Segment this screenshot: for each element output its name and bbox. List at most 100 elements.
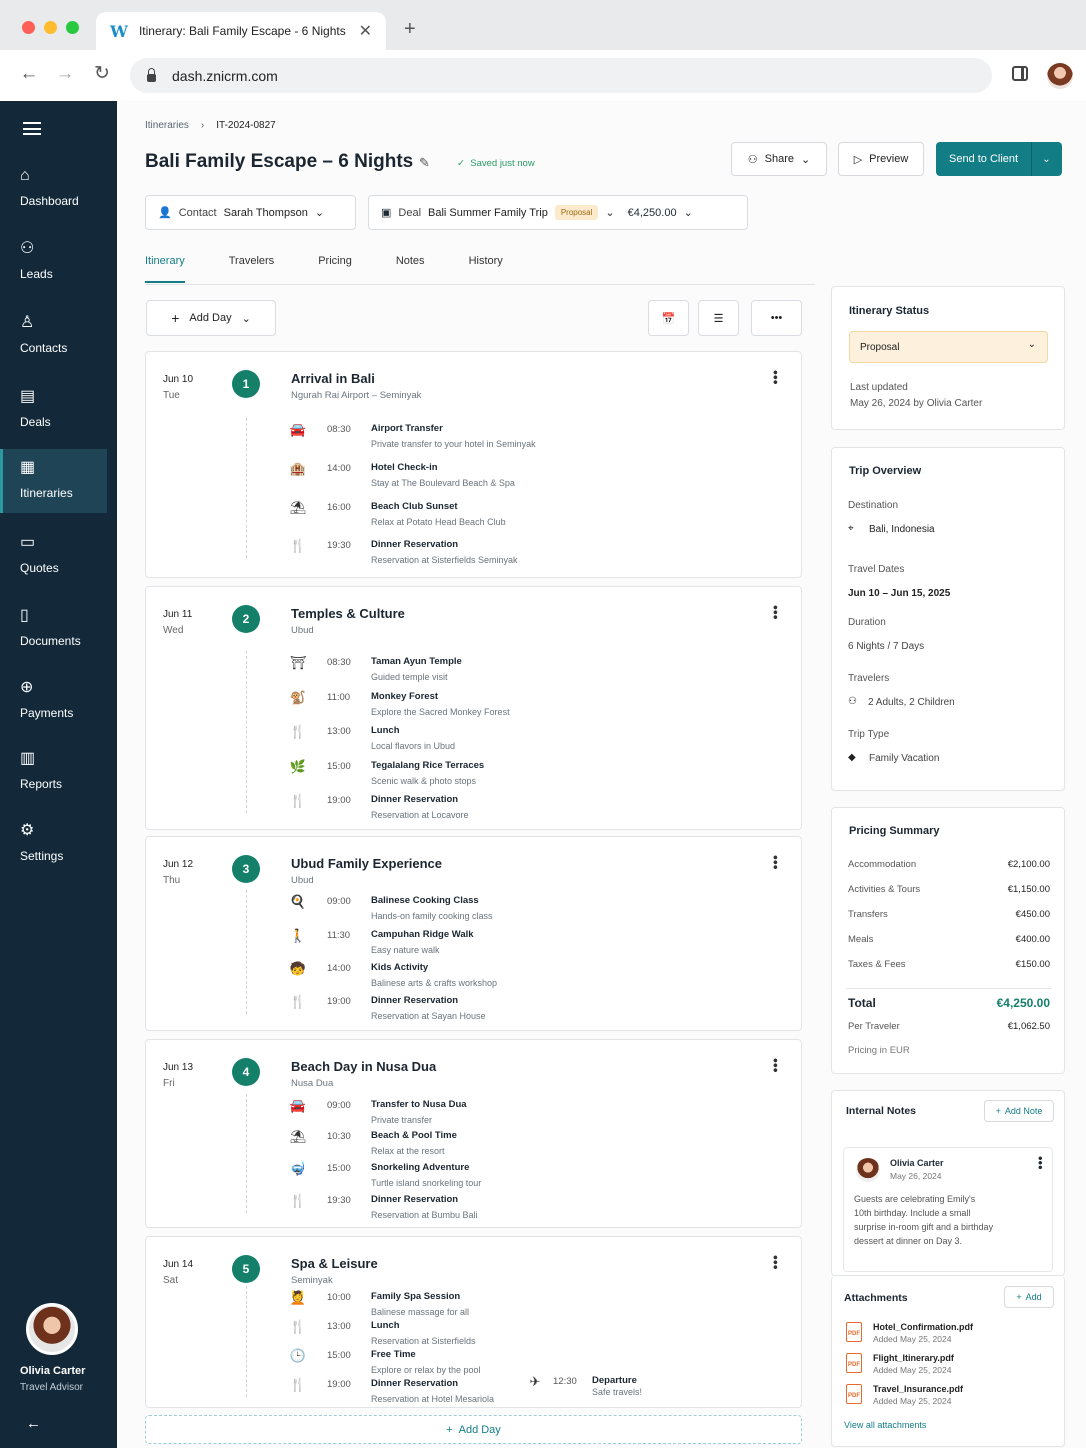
more-icon[interactable]: ••• <box>768 1255 784 1270</box>
minimize-window-button[interactable] <box>44 21 57 34</box>
add-day-bottom-button[interactable]: + Add Day <box>145 1415 802 1444</box>
collapse-sidebar-icon[interactable]: ← <box>26 1415 41 1432</box>
sidebar-item-contacts[interactable]: ♙ Contacts <box>0 304 107 368</box>
status-select[interactable]: Proposal ⌄ <box>849 331 1048 363</box>
activity-item[interactable]: 🧒 14:00 Kids Activity Balinese arts & craft… <box>146 961 746 991</box>
sidebar-item-settings[interactable]: ⚙ Settings <box>0 812 107 876</box>
view-all-attachments-link[interactable]: View all attachments <box>844 1420 926 1430</box>
tab-travelers[interactable]: Travelers <box>229 255 274 283</box>
list-view-button[interactable]: ☰ <box>698 300 739 336</box>
activity-time: 09:00 <box>327 896 351 907</box>
close-window-button[interactable] <box>22 21 35 34</box>
send-options-chevron-icon[interactable]: ⌄ <box>1031 142 1061 176</box>
browser-tab[interactable]: W Itinerary: Bali Family Escape - 6 Nigh… <box>96 12 386 50</box>
close-tab-icon[interactable]: ✕ <box>359 21 372 41</box>
price-value: €1,150.00 <box>1007 884 1050 895</box>
activity-item[interactable]: 💆 10:00 Family Spa Session Balinese massage… <box>146 1290 746 1320</box>
reload-icon[interactable]: ↻ <box>90 62 114 86</box>
day-weekday: Fri <box>163 1078 175 1089</box>
sidebar-item-deals[interactable]: ▤ Deals <box>0 378 107 442</box>
price-label: Transfers <box>848 909 888 920</box>
pdf-icon: PDF <box>846 1322 862 1342</box>
activity-item[interactable]: 🏨 14:00 Hotel Check-in Stay at The Boulevar… <box>146 461 746 491</box>
activity-time: 09:00 <box>327 1100 351 1111</box>
contact-selector[interactable]: 👤 Contact Sarah Thompson ⌄ <box>145 195 356 230</box>
activity-item[interactable]: ⛱ 10:30 Beach & Pool Time Relax at the reso… <box>146 1129 746 1159</box>
edit-title-icon[interactable]: ✎ <box>419 155 430 171</box>
activity-item[interactable]: ⛩ 08:30 Taman Ayun Temple Guided temple vis… <box>146 655 746 685</box>
add-note-label: Add Note <box>1004 1106 1043 1116</box>
more-icon[interactable]: ••• <box>768 370 784 385</box>
activity-item[interactable]: 🤿 15:00 Snorkeling Adventure Turtle island … <box>146 1161 746 1191</box>
activity-item[interactable]: 🍴 19:30 Dinner Reservation Reservation at B… <box>146 1193 746 1223</box>
price-value: €400.00 <box>1015 934 1050 945</box>
more-icon[interactable]: ••• <box>768 1058 784 1073</box>
sidebar-item-leads[interactable]: ⚇ Leads <box>0 230 107 294</box>
more-icon[interactable]: ••• <box>768 605 784 620</box>
sidebar-item-dashboard[interactable]: ⌂ Dashboard <box>0 157 107 221</box>
tab-pricing[interactable]: Pricing <box>318 255 352 283</box>
day-number-badge: 5 <box>232 1255 260 1283</box>
tab-notes[interactable]: Notes <box>396 255 425 283</box>
activity-item[interactable]: 🍴 19:00 Dinner Reservation Reservation at L… <box>146 793 746 823</box>
attachment-item[interactable]: PDF Travel_Insurance.pdf Added May 25, 202… <box>846 1384 1046 1410</box>
url-text: dash.znicrm.com <box>172 67 278 84</box>
attachment-item[interactable]: PDF Hotel_Confirmation.pdf Added May 25, 2… <box>846 1322 1046 1348</box>
add-attachment-button[interactable]: + Add <box>1004 1286 1054 1308</box>
activity-time: 08:30 <box>327 424 351 435</box>
activity-item[interactable]: 🍴 13:00 Lunch Reservation at Sisterfields <box>146 1319 746 1349</box>
activity-time: 14:00 <box>327 463 351 474</box>
sidebar-item-label: Quotes <box>20 561 59 575</box>
sidebar-item-reports[interactable]: ▥ Reports <box>0 740 107 804</box>
preview-button[interactable]: ▷ Preview <box>838 142 924 176</box>
add-note-button[interactable]: + Add Note <box>984 1100 1054 1122</box>
activity-item[interactable]: ⛱ 16:00 Beach Club Sunset Relax at Potato H… <box>146 500 746 530</box>
side-panel-icon[interactable] <box>1012 66 1028 81</box>
activity-item[interactable]: 🚘 08:30 Airport Transfer Private transfer t… <box>146 422 746 452</box>
tab-history[interactable]: History <box>469 255 503 283</box>
activity-item[interactable]: 🍴 13:00 Lunch Local flavors in Ubud <box>146 724 746 754</box>
sidebar-item-payments[interactable]: ⊕ Payments <box>0 669 107 733</box>
activity-item[interactable]: 🍳 09:00 Balinese Cooking Class Hands-on fam… <box>146 894 746 924</box>
maximize-window-button[interactable] <box>66 21 79 34</box>
forward-icon[interactable]: → <box>53 62 77 86</box>
plus-icon: + <box>171 310 180 326</box>
activity-item[interactable]: 🌿 15:00 Tegalalang Rice Terraces Scenic wal… <box>146 759 746 789</box>
more-options-button[interactable]: ••• <box>751 300 802 336</box>
tab-bar: Itinerary Travelers Pricing Notes History <box>145 255 547 283</box>
activity-item[interactable]: 🍴 19:30 Dinner Reservation Reservation at S… <box>146 538 746 568</box>
day-title: Ubud Family Experience <box>291 856 442 871</box>
menu-icon[interactable] <box>23 122 41 135</box>
dates-label: Travel Dates <box>848 564 905 575</box>
sidebar-item-itineraries[interactable]: ▦ Itineraries <box>0 449 107 513</box>
attachment-item[interactable]: PDF Flight_Itinerary.pdf Added May 25, 202… <box>846 1353 1046 1379</box>
more-icon[interactable]: ••• <box>768 855 784 870</box>
activity-time: 14:00 <box>327 963 351 974</box>
tab-itinerary[interactable]: Itinerary <box>145 255 185 283</box>
family-spa-session-icon: 💆 <box>289 1290 307 1305</box>
pdf-icon: PDF <box>846 1384 862 1404</box>
browser-profile-avatar[interactable] <box>1047 63 1073 89</box>
lunch-icon: 🍴 <box>289 1319 307 1334</box>
calendar-view-button[interactable]: 📅 <box>648 300 689 336</box>
activity-item[interactable]: 🐒 11:00 Monkey Forest Explore the Sacred Mo… <box>146 690 746 720</box>
address-bar[interactable]: dash.znicrm.com <box>130 58 992 93</box>
share-button[interactable]: ⚇ Share ⌄ <box>731 142 827 176</box>
add-day-button[interactable]: + Add Day ⌄ <box>146 300 276 336</box>
new-tab-icon[interactable]: + <box>404 18 416 41</box>
more-icon[interactable]: ••• <box>1033 1156 1048 1170</box>
day-card: Jun 12 Thu 3 Ubud Family Experience Ubud ••• 🍳… <box>145 836 802 1031</box>
day-date: Jun 13 <box>163 1062 194 1073</box>
sidebar-item-quotes[interactable]: ▭ Quotes <box>0 524 107 588</box>
avatar[interactable] <box>26 1303 78 1355</box>
departure-item[interactable]: ✈ 12:30 Departure Safe travels! <box>376 1374 676 1404</box>
activity-time: 11:30 <box>327 930 351 941</box>
send-to-client-button[interactable]: Send to Client ⌄ <box>936 142 1062 176</box>
breadcrumb-itineraries[interactable]: Itineraries <box>145 120 189 131</box>
activity-item[interactable]: 🍴 19:00 Dinner Reservation Reservation at S… <box>146 994 746 1024</box>
activity-item[interactable]: 🚶 11:30 Campuhan Ridge Walk Easy nature wal… <box>146 928 746 958</box>
sidebar-item-documents[interactable]: ▯ Documents <box>0 597 107 661</box>
deal-selector[interactable]: ▣ Deal Bali Summer Family Trip Proposal … <box>368 195 748 230</box>
back-icon[interactable]: ← <box>17 62 41 86</box>
activity-item[interactable]: 🚘 09:00 Transfer to Nusa Dua Private transf… <box>146 1098 746 1128</box>
